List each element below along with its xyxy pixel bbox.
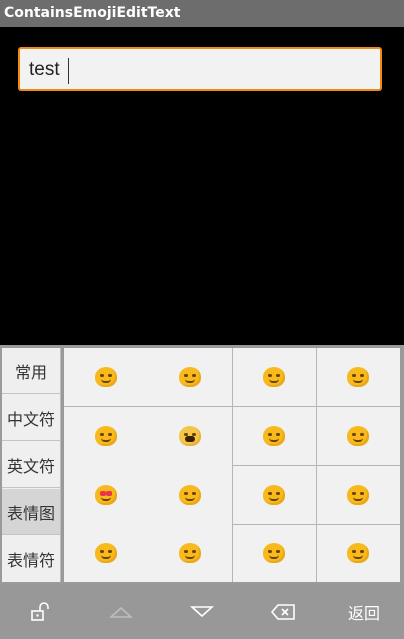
emoji-key[interactable] (64, 348, 148, 406)
persevering-face-icon (347, 543, 369, 563)
unlock-icon (31, 602, 49, 621)
unlock-button[interactable] (0, 585, 80, 639)
emoji-key[interactable] (64, 465, 148, 524)
expressionless-face-icon (179, 543, 201, 563)
sweat-face-icon (263, 484, 285, 505)
angry-face-icon (179, 484, 201, 505)
savoring-face-icon (263, 543, 285, 563)
pensive-face-icon (347, 425, 369, 446)
screaming-face-icon (263, 425, 285, 446)
emoji-key[interactable] (316, 348, 400, 406)
emoji-key[interactable] (316, 406, 400, 465)
emoji-key[interactable] (232, 348, 316, 406)
emoji-grid (64, 348, 400, 582)
emoji-key[interactable] (316, 465, 400, 524)
keyboard-sidebar: 常用 中文符 英文符 表情图 表情符 (2, 348, 61, 582)
backspace-icon (270, 604, 295, 620)
emoji-key[interactable] (148, 465, 232, 524)
emoji-key[interactable] (316, 524, 400, 582)
edit-text-value: test (29, 59, 60, 80)
sidebar-item-common[interactable]: 常用 (2, 348, 60, 394)
emoji-key[interactable] (64, 524, 148, 582)
smirking-face-icon (347, 484, 369, 505)
page-down-button[interactable] (162, 585, 242, 639)
tears-of-joy-face-icon (95, 543, 117, 563)
emoji-key[interactable] (64, 406, 148, 465)
emoji-edit-text[interactable]: test (18, 47, 382, 91)
relieved-face-icon (95, 425, 117, 446)
chevron-down-icon (190, 606, 214, 618)
sidebar-item-english-symbols[interactable]: 英文符 (2, 442, 60, 488)
text-caret (68, 58, 69, 84)
unamused-face-icon (179, 367, 201, 387)
sidebar-item-chinese-symbols[interactable]: 中文符 (2, 395, 60, 441)
smiling-face-icon (263, 367, 285, 387)
app-title: ContainsEmojiEditText (4, 5, 181, 21)
chevron-up-icon (109, 606, 133, 618)
back-button[interactable]: 返回 (324, 585, 404, 639)
backspace-button[interactable] (242, 585, 324, 639)
emoji-key[interactable] (232, 465, 316, 524)
title-bar: ContainsEmojiEditText (0, 0, 404, 27)
emoji-key[interactable] (148, 406, 232, 465)
grimacing-face-icon (179, 425, 201, 446)
emoji-key[interactable] (148, 348, 232, 406)
sidebar-item-emoticons[interactable]: 表情符 (2, 536, 60, 582)
sidebar-item-emoji-images[interactable]: 表情图 (2, 489, 60, 535)
heart-eyes-face-icon (95, 484, 117, 505)
grinning-face-icon (95, 367, 117, 387)
keyboard-nav-bar: 返回 (0, 585, 404, 639)
emoji-key[interactable] (232, 406, 316, 465)
emoji-key[interactable] (148, 524, 232, 582)
winking-tongue-face-icon (347, 367, 369, 387)
page-up-button[interactable] (80, 585, 162, 639)
emoji-keyboard: 常用 中文符 英文符 表情图 表情符 (0, 345, 404, 585)
emoji-key[interactable] (232, 524, 316, 582)
